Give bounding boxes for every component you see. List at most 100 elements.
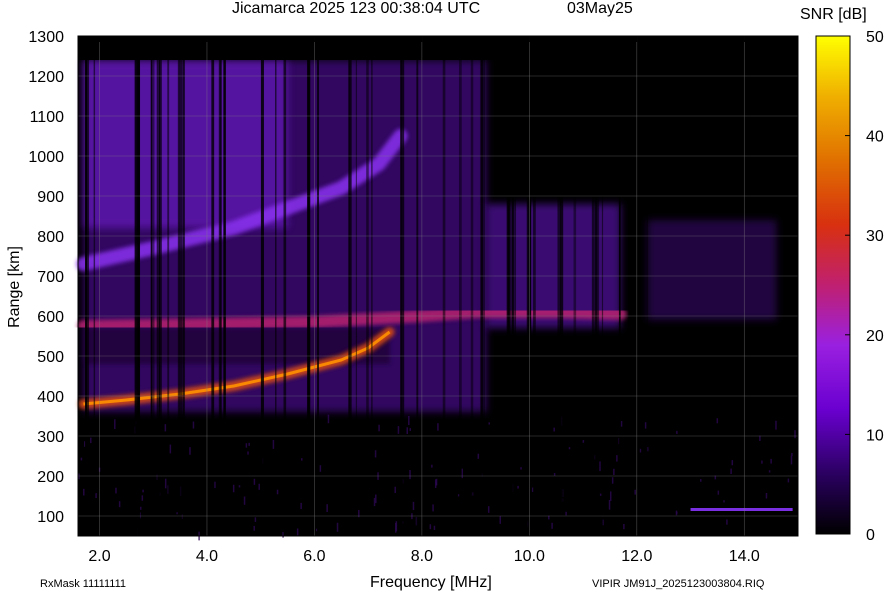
stripe <box>458 36 462 536</box>
stripe <box>224 36 227 536</box>
stripe <box>156 36 159 536</box>
noise-speckle <box>726 519 728 525</box>
y-tick-label: 400 <box>37 389 64 406</box>
stripe <box>601 36 604 536</box>
noise-speckle <box>272 440 275 449</box>
noise-speckle <box>80 457 83 461</box>
noise-speckle <box>716 418 719 424</box>
noise-speckle <box>759 435 761 441</box>
y-tick-label: 500 <box>37 349 64 366</box>
noise-speckle <box>770 458 772 464</box>
noise-speckle <box>432 504 434 512</box>
colorbar-tick-label: 0 <box>866 527 875 544</box>
noise-speckle <box>83 488 85 496</box>
noise-speckle <box>301 458 303 461</box>
stripe <box>560 36 564 536</box>
noise-speckle <box>723 500 725 503</box>
stripe <box>307 36 310 536</box>
noise-speckle <box>565 511 567 516</box>
noise-speckle <box>374 450 377 458</box>
stripe <box>183 36 185 536</box>
noise-speckle <box>409 470 411 480</box>
stripe <box>93 36 96 536</box>
noise-speckle <box>623 523 625 530</box>
noise-speckle <box>296 528 299 536</box>
noise-speckle <box>375 494 377 504</box>
noise-speckle <box>141 495 144 501</box>
stripe <box>400 36 402 536</box>
noise-speckle <box>768 470 771 473</box>
stripe <box>416 36 419 536</box>
colorbar: 0 10 20 30 40 50 <box>815 29 884 544</box>
noise-speckle <box>634 489 636 495</box>
stripe <box>153 36 155 536</box>
noise-speckle <box>433 525 436 530</box>
stripe <box>220 36 222 536</box>
colorbar-tick-label: 10 <box>866 427 884 444</box>
noise-speckle <box>90 437 92 444</box>
noise-speckle <box>408 415 410 426</box>
y-tick-label: 300 <box>37 429 64 446</box>
noise-speckle <box>115 487 117 494</box>
noise-speckle <box>794 430 796 439</box>
noise-speckle <box>118 501 121 508</box>
noise-speckle <box>140 506 142 510</box>
stripe <box>512 36 514 536</box>
x-tick-label: 4.0 <box>196 548 218 565</box>
noise-speckle <box>164 478 167 489</box>
stripe <box>137 36 140 536</box>
noise-speckle <box>613 468 615 475</box>
stripe <box>275 36 277 536</box>
noise-speckle <box>553 473 556 476</box>
stripe <box>646 36 648 536</box>
noise-speckle <box>164 424 167 432</box>
noise-speckle <box>609 491 612 501</box>
noise-speckle <box>247 451 249 455</box>
noise-speckle <box>114 419 116 430</box>
noise-speckle <box>582 440 585 443</box>
noise-speckle <box>176 512 178 515</box>
noise-speckle <box>700 479 702 482</box>
stripe <box>638 36 640 536</box>
noise-speckle <box>551 522 553 529</box>
y-tick-label: 600 <box>37 309 64 326</box>
stripe <box>177 36 180 536</box>
stripe <box>442 36 446 536</box>
stripe <box>85 36 87 536</box>
stripe <box>371 36 373 536</box>
colorbar-tick-label: 40 <box>866 129 884 146</box>
noise-speckle <box>790 455 793 465</box>
noise-speckle <box>731 460 734 466</box>
noise-speckle <box>253 525 255 531</box>
noise-speckle <box>327 414 330 424</box>
bottom-artifact <box>690 508 793 511</box>
colorbar-gradient <box>815 35 851 535</box>
noise-speckle <box>238 485 241 488</box>
noise-speckle <box>487 506 490 513</box>
noise-speckle <box>599 461 601 472</box>
y-tick-label: 1300 <box>28 29 64 46</box>
stripe <box>534 36 536 536</box>
x-tick-label: 10.0 <box>514 548 545 565</box>
x-tick-label: 8.0 <box>411 548 433 565</box>
noise-speckle <box>620 421 623 427</box>
y-tick-label: 200 <box>37 469 64 486</box>
stripe <box>349 36 352 536</box>
noise-speckle <box>488 422 490 425</box>
y-tick-label: 900 <box>37 189 64 206</box>
noise-speckle <box>616 455 618 462</box>
noise-speckle <box>730 468 732 474</box>
x-tick-label: 12.0 <box>621 548 652 565</box>
no-data-top <box>78 36 798 60</box>
noise-speckle <box>477 453 480 459</box>
noise-speckle <box>169 444 172 454</box>
stripe <box>596 36 600 536</box>
noise-speckle <box>431 464 433 468</box>
noise-speckle <box>568 447 571 450</box>
noise-speckle <box>326 504 328 513</box>
plot-area: 2.0 4.0 6.0 8.0 10.0 12.0 14.0 100 200 300 400 500 6… <box>28 29 799 565</box>
noise-speckle <box>245 443 248 448</box>
stripe <box>317 36 319 536</box>
stripe <box>158 36 162 536</box>
noise-speckle <box>599 493 602 496</box>
